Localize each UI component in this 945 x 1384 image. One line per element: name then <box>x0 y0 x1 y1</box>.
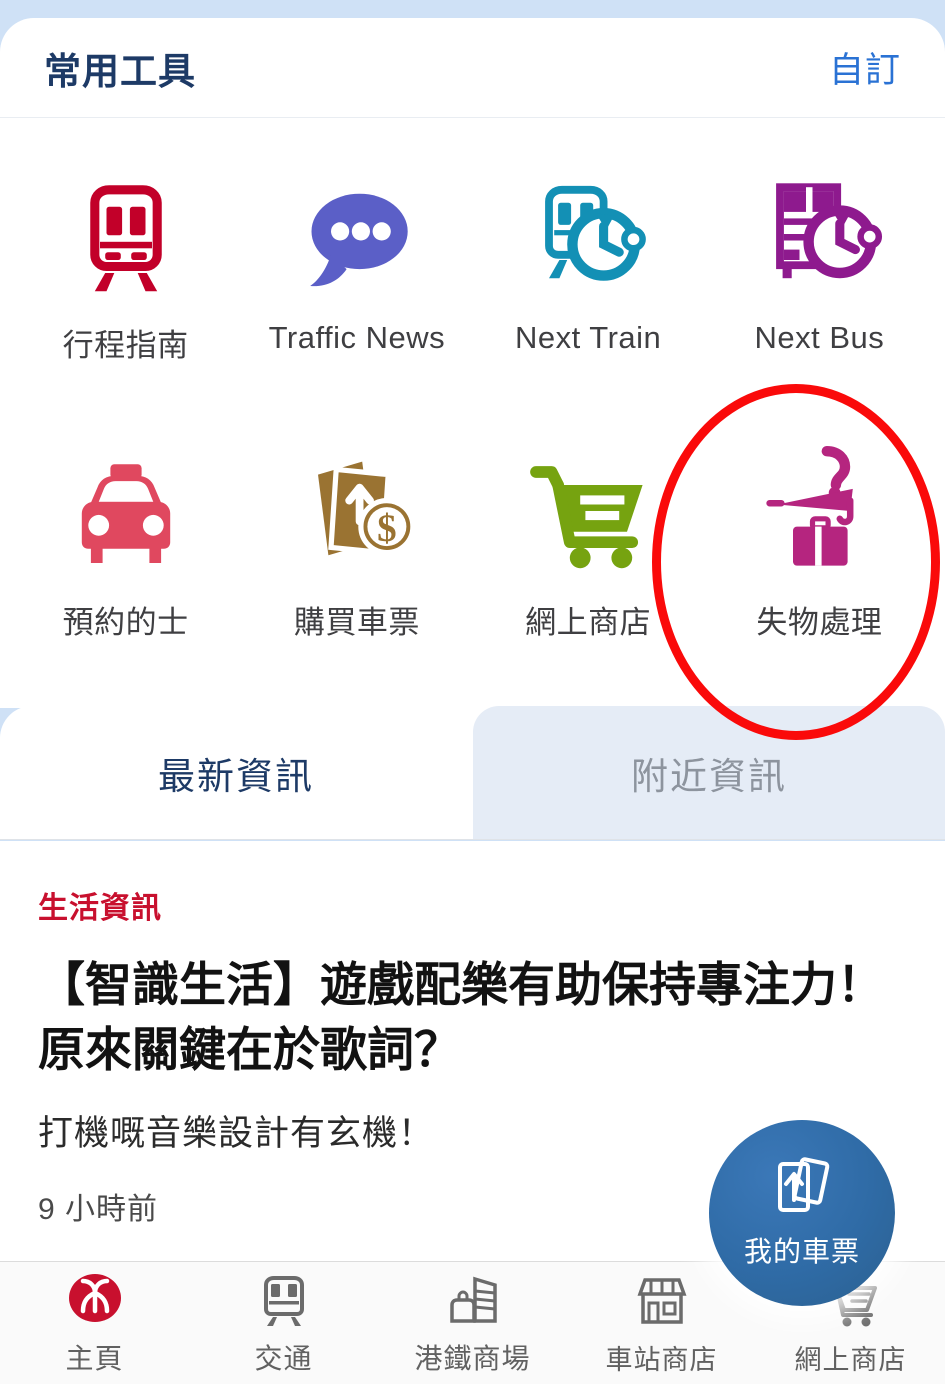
tools-grid: 行程指南 Traffic News Next Train Next Bus 預約… <box>0 118 945 706</box>
nav-label: 主頁 <box>65 1343 124 1374</box>
common-tools-card: 常用工具 自訂 行程指南 Traffic News Next Train Nex… <box>0 18 945 708</box>
page-title: 常用工具 <box>44 50 196 92</box>
nav-item-mtr-mall[interactable]: 港鐵商場 <box>378 1262 567 1384</box>
shopping-cart-icon <box>518 441 658 581</box>
my-tickets-fab[interactable]: 我的車票 <box>709 1120 895 1306</box>
train-front-icon <box>56 164 196 304</box>
speech-bubble-icon <box>287 164 427 304</box>
news-category-badge: 生活資訊 <box>38 892 162 925</box>
nav-item-station-shop[interactable]: 車站商店 <box>567 1262 756 1384</box>
tool-item-traffic-news[interactable]: Traffic News <box>241 142 472 419</box>
tool-label: 行程指南 <box>62 328 189 363</box>
tool-label: Next Train <box>514 320 662 355</box>
info-tab-bar: 最新資訊 附近資訊 <box>0 706 945 840</box>
tool-item-next-bus[interactable]: Next Bus <box>704 142 935 419</box>
tool-item-book-taxi[interactable]: 預約的士 <box>10 419 241 696</box>
tool-label: Next Bus <box>754 320 885 355</box>
news-headline[interactable]: 【智識生活】遊戲配樂有助保持專注力！原來關鍵在於歌詞？ <box>38 953 907 1083</box>
nav-item-transport[interactable]: 交通 <box>189 1262 378 1384</box>
tool-item-online-shop[interactable]: 網上商店 <box>473 419 704 696</box>
ticket-dollar-icon: $ <box>287 441 427 581</box>
app-screen: 常用工具 自訂 行程指南 Traffic News Next Train Nex… <box>0 0 945 1384</box>
customize-button[interactable]: 自訂 <box>829 42 901 93</box>
tool-label: 預約的士 <box>62 605 189 640</box>
tab-nearby-info[interactable]: 附近資訊 <box>473 706 945 839</box>
taxi-icon <box>56 441 196 581</box>
storefront-icon <box>632 1270 692 1332</box>
mall-building-icon <box>443 1269 503 1331</box>
tool-item-next-train[interactable]: Next Train <box>473 142 704 419</box>
svg-text:$: $ <box>377 507 397 550</box>
nav-label: 車站商店 <box>605 1344 718 1375</box>
tool-item-journey-planner[interactable]: 行程指南 <box>10 142 241 419</box>
umbrella-suitcase-question-icon <box>749 441 889 581</box>
mtr-logo-icon <box>65 1269 125 1331</box>
train-front-outline-icon <box>254 1269 314 1331</box>
tool-label: 失物處理 <box>756 605 883 640</box>
tool-label: 購買車票 <box>293 605 420 640</box>
tool-label: 網上商店 <box>525 605 652 640</box>
common-tools-header: 常用工具 自訂 <box>0 18 945 118</box>
nav-item-home[interactable]: 主頁 <box>0 1262 189 1384</box>
tab-latest-info[interactable]: 最新資訊 <box>0 706 472 839</box>
tool-label: Traffic News <box>268 320 446 355</box>
tickets-up-arrow-icon <box>771 1156 833 1222</box>
tool-item-lost-and-found[interactable]: 失物處理 <box>704 419 935 696</box>
nav-label: 港鐵商場 <box>414 1343 531 1374</box>
nav-label: 網上商店 <box>794 1344 907 1375</box>
tool-item-buy-ticket[interactable]: $ 購買車票 <box>241 419 472 696</box>
train-clock-icon <box>518 164 658 304</box>
nav-label: 交通 <box>254 1343 313 1374</box>
my-tickets-label: 我的車票 <box>743 1236 860 1267</box>
bus-clock-icon <box>749 164 889 304</box>
